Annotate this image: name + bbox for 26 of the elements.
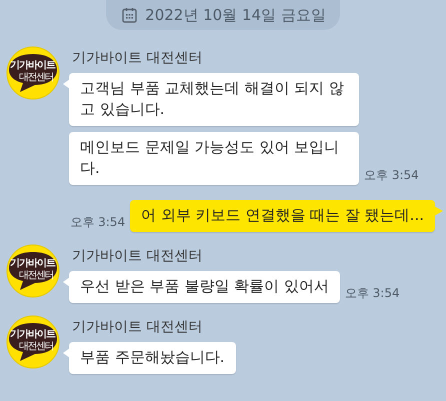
bubble-tail (63, 79, 70, 89)
bubble-tail (63, 277, 70, 287)
message-bubble: 우선 받은 부품 불량일 확률이 있어서 (69, 271, 340, 303)
message-time: 오후 3:54 (344, 285, 400, 302)
message-bubble: 부품 주문해놨습니다. (69, 342, 236, 374)
logo-text: 기가바이트 (10, 258, 55, 269)
sender-name: 기가바이트 대전센터 (72, 318, 204, 336)
message-time: 오후 3:54 (70, 214, 126, 231)
logo-text: 대전센터 (19, 341, 53, 352)
sender-name: 기가바이트 대전센터 (72, 49, 204, 67)
bubble-tail (63, 348, 70, 358)
date-text: 2022년 10월 14일 금요일 (145, 6, 326, 24)
message-time: 오후 3:54 (364, 167, 419, 184)
sender-name: 기가바이트 대전센터 (72, 247, 204, 265)
avatar-logo (6, 46, 60, 100)
calendar-icon (122, 7, 138, 23)
bubble-tail (434, 206, 443, 216)
message-bubble: 메인보드 문제일 가능성도 있어 보입니다. (69, 132, 359, 185)
logo-text: 기가바이트 (10, 60, 55, 71)
logo-text: 대전센터 (19, 270, 53, 281)
logo-text: 기가바이트 (10, 329, 55, 340)
message-bubble: 어 외부 키보드 연결했을 때는 잘 됐는데... (130, 200, 435, 232)
message-bubble: 고객님 부품 교체했는데 해결이 되지 않고 있습니다. (69, 73, 359, 126)
logo-text: 대전센터 (19, 72, 53, 83)
avatar-logo (6, 315, 60, 369)
avatar-logo (6, 244, 60, 298)
